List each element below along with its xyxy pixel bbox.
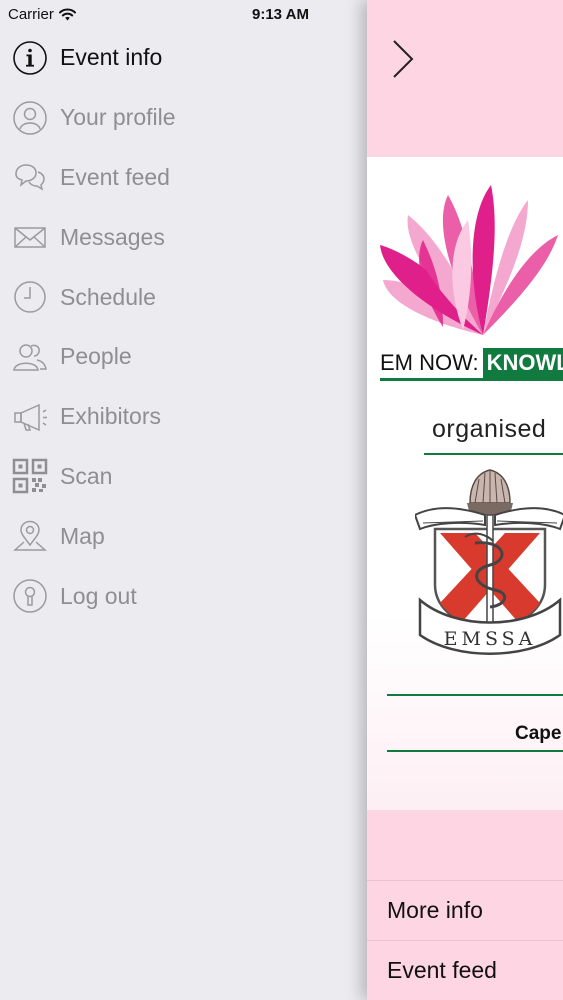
menu-item-label: Messages xyxy=(60,223,165,250)
event-feed-row[interactable]: Event feed xyxy=(367,940,563,1000)
menu-item-label: Event info xyxy=(60,44,163,71)
menu-item-label: Scan xyxy=(60,462,113,489)
map-pin-icon xyxy=(12,518,48,554)
menu-item-your-profile[interactable]: Your profile xyxy=(0,88,368,148)
clock-icon xyxy=(12,279,48,315)
divider xyxy=(380,378,563,381)
emssa-emblem: EMSSA xyxy=(415,469,563,655)
menu-item-event-info[interactable]: Event info xyxy=(0,28,368,88)
divider xyxy=(387,750,563,752)
menu-item-log-out[interactable]: Log out xyxy=(0,566,368,626)
more-info-label: More info xyxy=(387,897,483,923)
carrier-indicator: Carrier xyxy=(8,6,76,23)
menu-item-people[interactable]: People xyxy=(0,327,368,387)
menu-item-label: Map xyxy=(60,522,105,549)
organised-by-label: organised xyxy=(432,415,547,443)
menu-item-label: Schedule xyxy=(60,283,156,310)
event-title-highlight: KNOWL xyxy=(482,348,563,378)
profile-icon xyxy=(12,100,48,136)
envelope-icon xyxy=(12,219,48,255)
menu-item-label: Log out xyxy=(60,582,137,609)
event-banner: EM NOW: KNOWL organised EMSSA Cape xyxy=(367,157,563,810)
chevron-right-icon[interactable] xyxy=(385,36,421,82)
menu-item-event-feed[interactable]: Event feed xyxy=(0,148,368,208)
status-time: 9:13 AM xyxy=(252,6,309,23)
carrier-label: Carrier xyxy=(8,6,54,23)
menu-item-schedule[interactable]: Schedule xyxy=(0,267,368,327)
logout-keyhole-icon xyxy=(12,578,48,614)
event-feed-label: Event feed xyxy=(387,957,497,983)
menu-item-scan[interactable]: Scan xyxy=(0,447,368,507)
emblem-text: EMSSA xyxy=(444,628,537,650)
more-info-row[interactable]: More info xyxy=(367,880,563,940)
menu-item-label: Exhibitors xyxy=(60,403,161,430)
info-icon xyxy=(12,40,48,76)
menu-item-exhibitors[interactable]: Exhibitors xyxy=(0,387,368,447)
event-title-strip: EM NOW: KNOWL xyxy=(380,347,563,379)
people-icon xyxy=(12,339,48,375)
menu-item-map[interactable]: Map xyxy=(0,506,368,566)
divider xyxy=(424,453,563,455)
menu-item-messages[interactable]: Messages xyxy=(0,207,368,267)
event-title-plain: EM NOW: xyxy=(380,350,479,375)
venue-city: Cape xyxy=(515,723,562,744)
protea-logo xyxy=(380,185,558,335)
wifi-icon xyxy=(58,8,76,21)
event-info-panel[interactable]: EM NOW: KNOWL organised EMSSA Cape More … xyxy=(367,0,563,1000)
divider xyxy=(387,694,563,696)
chat-bubbles-icon xyxy=(12,159,48,195)
side-menu: Event info Your profile Event feed Messa… xyxy=(0,28,368,626)
megaphone-icon xyxy=(12,399,48,435)
menu-item-label: Your profile xyxy=(60,104,176,131)
menu-item-label: Event feed xyxy=(60,163,170,190)
menu-item-label: People xyxy=(60,343,132,370)
qr-code-icon xyxy=(12,458,48,494)
